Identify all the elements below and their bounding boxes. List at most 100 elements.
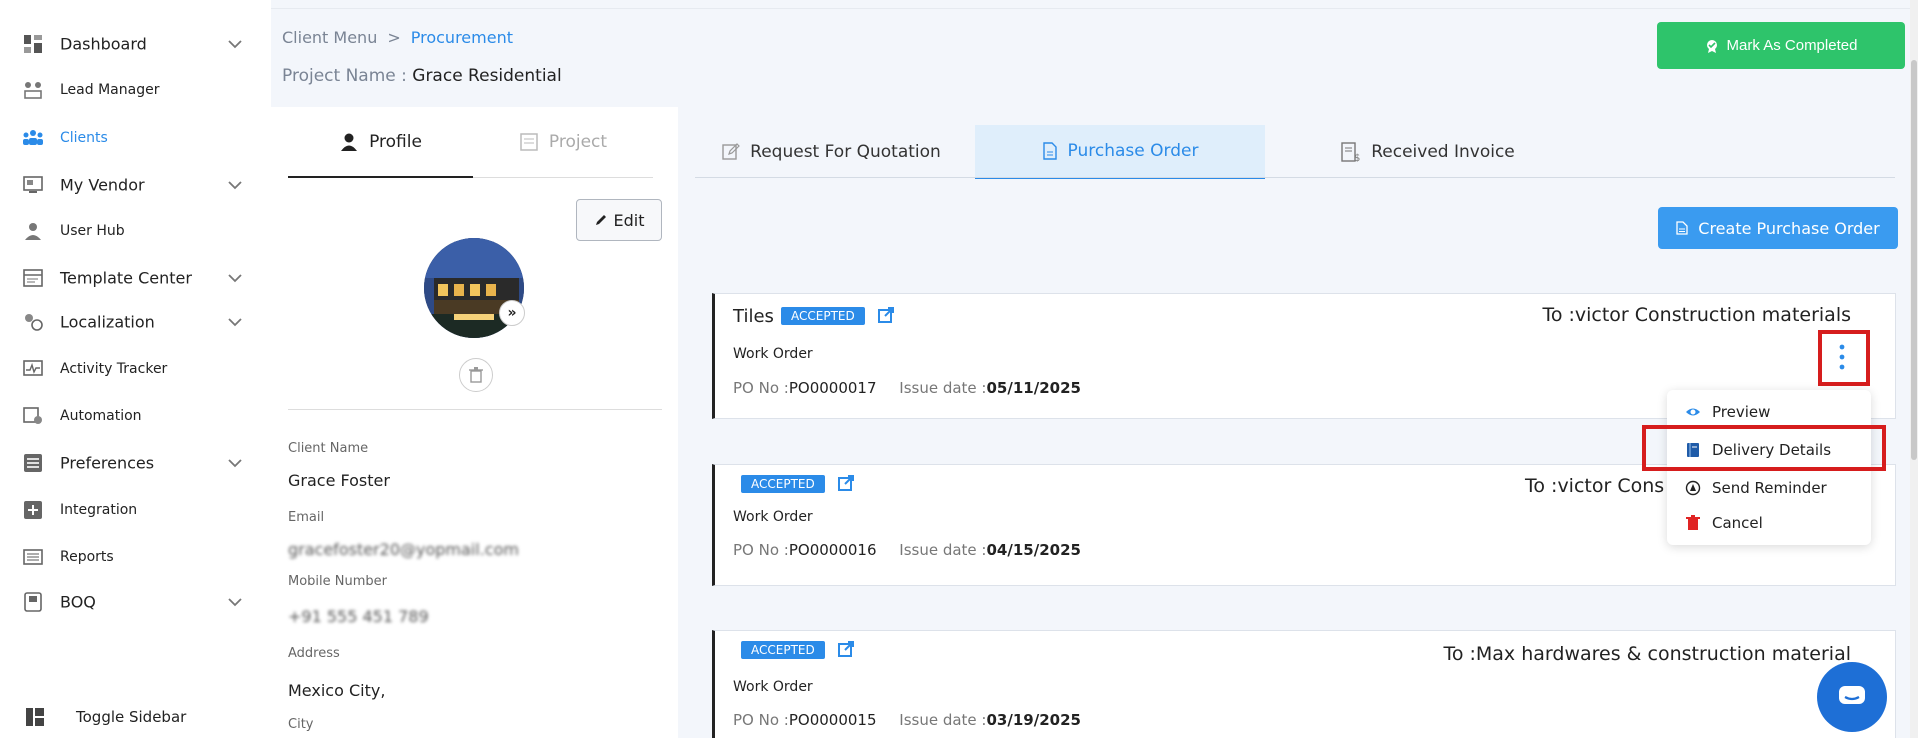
toggle-sidebar-button[interactable]: Toggle Sidebar (0, 698, 271, 736)
po-type: Work Order (733, 509, 813, 525)
scrollbar-thumb[interactable] (1911, 60, 1917, 460)
reminder-icon (1685, 480, 1701, 496)
chat-button[interactable] (1817, 662, 1887, 732)
chat-icon (1839, 686, 1865, 704)
tab-request-for-quotation[interactable]: Request For Quotation (695, 125, 968, 179)
mobile-value: +91 555 451 789 (288, 607, 429, 626)
template-icon (23, 269, 43, 287)
toggle-sidebar-label: Toggle Sidebar (76, 708, 187, 726)
sidebar-item-label: Localization (60, 312, 155, 332)
sidebar-item-label: Integration (60, 502, 138, 518)
mark-as-completed-button[interactable]: Mark As Completed (1657, 22, 1905, 69)
issue-date-value: 05/11/2025 (986, 379, 1081, 397)
tab-purchase-order[interactable]: Purchase Order (975, 125, 1265, 179)
po-vendor: To :victor Construction materials (1542, 304, 1851, 326)
issue-date-label: Issue date : (899, 711, 987, 729)
tab-profile[interactable]: Profile (288, 107, 473, 178)
po-type: Work Order (733, 346, 813, 362)
menu-item-preview[interactable]: Preview (1667, 396, 1871, 428)
external-link-icon[interactable] (837, 474, 855, 492)
status-badge: ACCEPTED (741, 641, 825, 659)
lead-manager-icon (24, 82, 42, 99)
issue-date-value: 03/19/2025 (986, 711, 1081, 729)
purchase-order-card[interactable]: ACCEPTED To :Max hardwares & constructio… (712, 630, 1896, 738)
sidebar-item-automation[interactable]: Automation (0, 396, 271, 436)
sidebar-item-label: My Vendor (60, 175, 145, 195)
expand-avatar-button[interactable]: » (499, 300, 525, 326)
tab-project-label: Project (548, 132, 608, 152)
po-title: Tiles (733, 306, 774, 327)
sidebar-item-localization[interactable]: Localization (0, 302, 271, 342)
issue-date-value: 04/15/2025 (986, 541, 1081, 559)
sidebar-item-label: Clients (60, 130, 108, 146)
sidebar-item-label: Preferences (60, 453, 155, 473)
sidebar-item-user-hub[interactable]: User Hub (0, 211, 271, 251)
sidebar-item-label: Template Center (60, 268, 192, 288)
tab-received-invoice[interactable]: $ Received Invoice (1278, 125, 1578, 179)
po-no-label: PO No : (733, 379, 789, 397)
tab-label: Purchase Order (1067, 141, 1199, 161)
document-icon (1042, 142, 1057, 160)
client-name-label: Client Name (288, 441, 369, 456)
external-link-icon[interactable] (877, 306, 895, 324)
external-link-icon[interactable] (837, 640, 855, 658)
edit-button[interactable]: Edit (576, 199, 662, 241)
sidebar-item-clients[interactable]: Clients (0, 118, 271, 158)
po-meta: PO No :PO0000016 Issue date :04/15/2025 (733, 541, 1081, 559)
eye-icon (1686, 408, 1700, 416)
localization-icon (25, 314, 43, 331)
po-meta: PO No :PO0000015 Issue date :03/19/2025 (733, 711, 1081, 729)
person-icon (341, 133, 358, 151)
sidebar-item-preferences[interactable]: Preferences (0, 443, 271, 483)
menu-item-cancel[interactable]: Cancel (1667, 507, 1871, 539)
invoice-icon: $ (1341, 142, 1361, 162)
tab-label: Received Invoice (1371, 142, 1515, 162)
more-options-icon[interactable] (1839, 344, 1845, 370)
pencil-icon (595, 215, 606, 225)
chevron-down-icon (228, 40, 242, 49)
sidebar-item-integration[interactable]: Integration (0, 490, 271, 530)
breadcrumb-separator: > (387, 28, 401, 47)
breadcrumb-current[interactable]: Procurement (411, 28, 513, 47)
main-content: Client Menu > Procurement Project Name : G… (271, 0, 1918, 738)
po-no-value: PO0000015 (788, 711, 877, 729)
sidebar-item-boq[interactable]: BOQ (0, 582, 271, 622)
po-meta: PO No :PO0000017 Issue date :05/11/2025 (733, 379, 1081, 397)
mark-as-completed-label: Mark As Completed (1726, 37, 1858, 54)
chevron-down-icon (228, 274, 242, 283)
po-no-label: PO No : (733, 541, 789, 559)
sidebar-item-label: BOQ (60, 592, 96, 612)
trash-icon (469, 367, 483, 383)
tab-project[interactable]: Project (473, 107, 653, 178)
project-name-label: Project Name : (282, 66, 407, 86)
sidebar-item-dashboard[interactable]: Dashboard (0, 24, 271, 64)
po-vendor: To :victor Cons (1525, 475, 1665, 497)
sidebar-item-my-vendor[interactable]: My Vendor (0, 165, 271, 205)
sidebar-item-label: Activity Tracker (60, 361, 168, 377)
badge-check-icon (1706, 39, 1717, 53)
sidebar-item-lead-manager[interactable]: Lead Manager (0, 70, 271, 110)
menu-item-label: Send Reminder (1712, 479, 1827, 497)
integration-icon (24, 501, 42, 519)
sidebar-item-label: Dashboard (60, 34, 147, 54)
create-purchase-order-button[interactable]: Create Purchase Order (1658, 207, 1898, 249)
sidebar-item-label: Automation (60, 408, 142, 424)
sidebar-item-template-center[interactable]: Template Center (0, 258, 271, 298)
menu-item-send-reminder[interactable]: Send Reminder (1667, 472, 1871, 504)
breadcrumb-parent[interactable]: Client Menu (282, 28, 377, 47)
sidebar-toggle-icon (26, 708, 44, 726)
sidebar: Dashboard Lead Manager Clients My Vendor… (0, 0, 271, 738)
delete-avatar-button[interactable] (459, 358, 493, 392)
preferences-icon (24, 454, 42, 472)
sidebar-item-activity-tracker[interactable]: Activity Tracker (0, 349, 271, 389)
issue-date-label: Issue date : (899, 379, 987, 397)
mobile-label: Mobile Number (288, 574, 387, 589)
issue-date-label: Issue date : (899, 541, 987, 559)
chevron-down-icon (228, 181, 242, 190)
tab-divider (695, 177, 1895, 178)
sidebar-item-reports[interactable]: Reports (0, 537, 271, 577)
sidebar-item-label: Lead Manager (60, 82, 160, 98)
project-name-value: Grace Residential (412, 66, 562, 86)
trash-icon (1686, 515, 1700, 530)
city-label: City (288, 717, 314, 732)
